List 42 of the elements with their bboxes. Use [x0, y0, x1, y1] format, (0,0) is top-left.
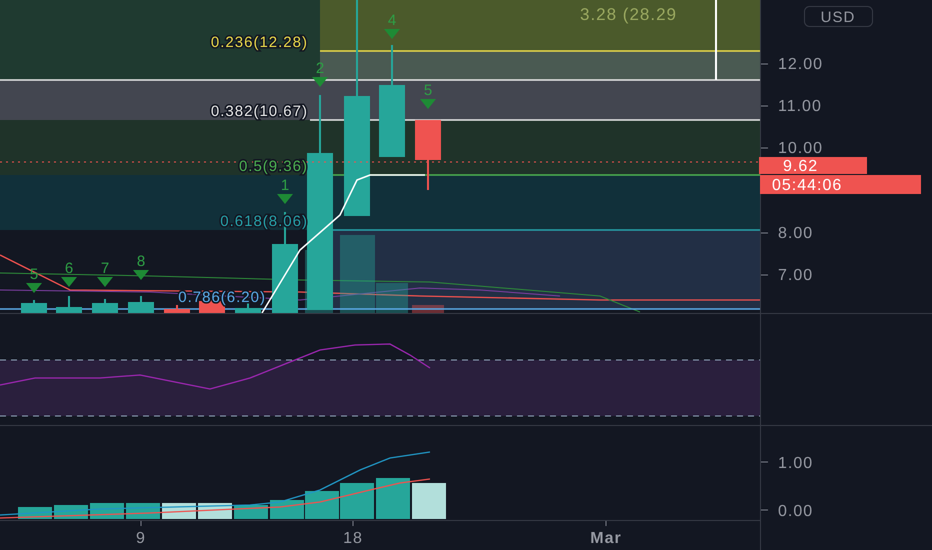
price-axis-label: 8.00: [778, 225, 814, 242]
down-triangle-icon: [277, 194, 293, 204]
candlestick: [415, 120, 441, 190]
down-triangle-icon: [312, 77, 328, 87]
down-triangle-icon: [420, 99, 436, 109]
time-axis-label: Mar: [590, 530, 622, 547]
candlestick: [128, 296, 154, 313]
candlestick: [164, 305, 190, 313]
indicator-axis-label: 1.00: [778, 455, 814, 472]
sequence-number: 8: [136, 253, 146, 270]
histogram-bar: [412, 483, 446, 519]
price-axis-label: 11.00: [778, 98, 822, 115]
fibonacci-level-label: 0.236(12.28): [210, 34, 308, 51]
down-triangle-icon: [97, 277, 113, 287]
histogram-bar: [340, 483, 374, 519]
candlestick: [56, 296, 82, 313]
sequence-number: 2: [316, 60, 324, 77]
countdown-tag: 05:44:06: [760, 175, 921, 194]
price-axis-label: 10.00: [778, 140, 824, 157]
fibonacci-level-label: 0.5(9.36): [238, 158, 308, 175]
down-triangle-icon: [61, 277, 77, 287]
last-price-tag: 9.62: [759, 157, 867, 175]
down-triangle-icon: [26, 283, 42, 293]
price-axis-label: 12.00: [778, 56, 824, 73]
volume-bar: [412, 305, 444, 313]
sequence-number: 7: [100, 260, 110, 277]
currency-button[interactable]: USD: [804, 6, 873, 27]
time-axis-label: 9: [136, 530, 146, 547]
candlestick: [21, 300, 47, 313]
sequence-number: 6: [64, 260, 74, 277]
sequence-number: 1: [280, 177, 290, 194]
fibonacci-level-label: 0.382(10.67): [210, 103, 308, 120]
price-axis-label: 7.00: [778, 267, 814, 284]
time-axis-label: 18: [343, 530, 363, 547]
measure-label: 3.28 (28.29: [580, 5, 678, 24]
histogram-bar: [376, 478, 410, 519]
down-triangle-icon: [133, 270, 149, 280]
down-triangle-icon: [384, 29, 400, 39]
candlestick: [92, 299, 118, 313]
indicator-axis-label: 0.00: [778, 503, 814, 520]
sequence-number: 5: [424, 82, 432, 99]
sequence-number: 4: [388, 12, 396, 29]
